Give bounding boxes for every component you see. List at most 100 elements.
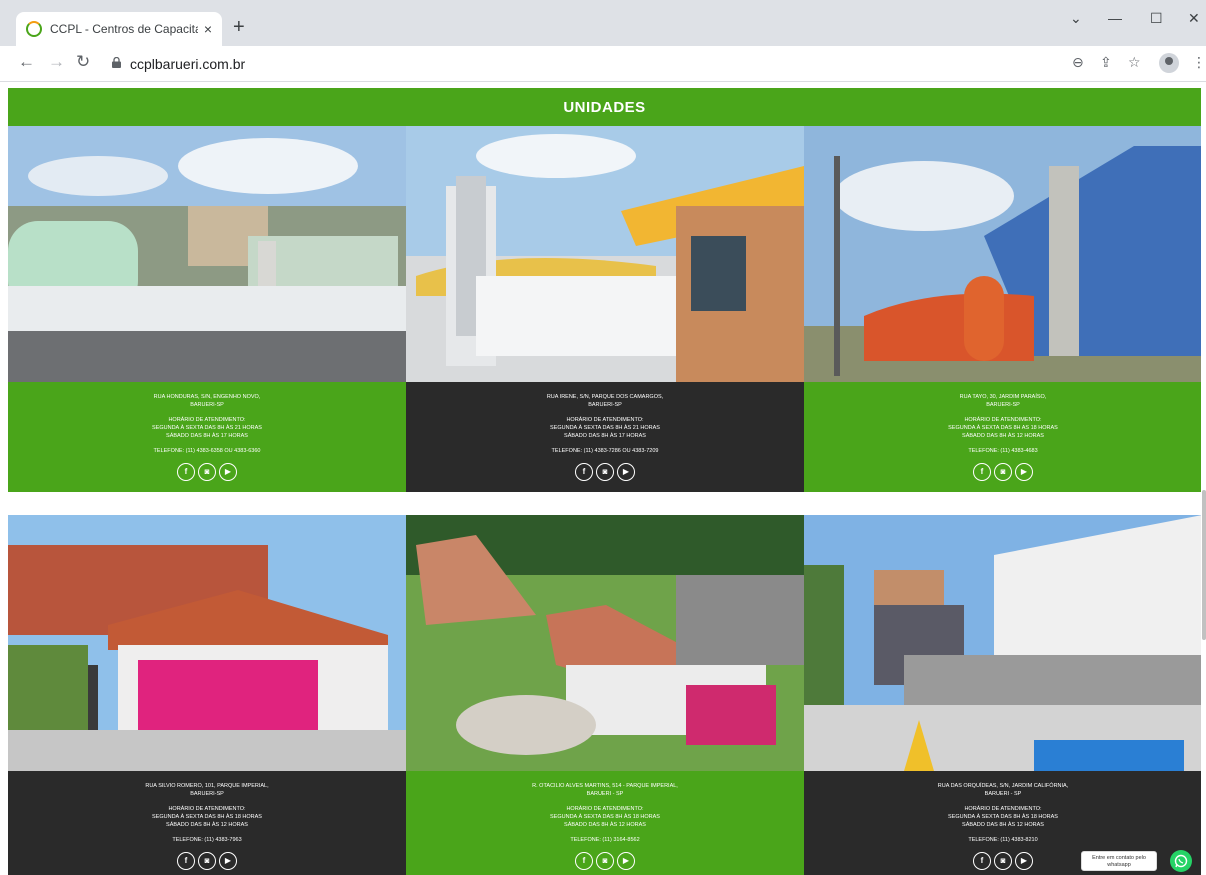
youtube-icon[interactable]: ▶ [617, 852, 635, 870]
whatsapp-label-line2: whatsapp [1107, 861, 1131, 868]
unit-weekdays: SEGUNDA À SEXTA DAS 8H ÀS 18 HORAS [550, 814, 660, 820]
unit-phone: TELEFONE: (11) 4383-6358 OU 4383-6360 [153, 448, 261, 454]
address-bar[interactable]: ccplbarueri.com.br [130, 56, 245, 72]
menu-dots-icon[interactable]: ⋮ [1192, 54, 1206, 71]
facebook-icon[interactable]: f [575, 852, 593, 870]
unit-hours-label: HORÁRIO DE ATENDIMENTO: [566, 417, 644, 423]
youtube-icon[interactable]: ▶ [219, 463, 237, 481]
unit-city: BARUERI-SP [190, 791, 224, 797]
unit-photo [406, 515, 804, 771]
unit-info: RUA IRENE, S/N, PARQUE DOS CAMARGOS, BAR… [406, 382, 804, 492]
unit-photo [8, 126, 406, 382]
instagram-icon[interactable]: ◙ [198, 852, 216, 870]
unit-hours-label: HORÁRIO DE ATENDIMENTO: [168, 417, 246, 423]
unit-info: RUA SILVIO ROMERO, 101, PARQUE IMPERIAL,… [8, 771, 406, 875]
social-links: f ◙ ▶ [406, 852, 804, 870]
unit-saturday: SÁBADO DAS 8H ÀS 12 HORAS [962, 822, 1044, 828]
instagram-icon[interactable]: ◙ [198, 463, 216, 481]
unit-hours-label: HORÁRIO DE ATENDIMENTO: [566, 806, 644, 812]
facebook-icon[interactable]: f [177, 852, 195, 870]
new-tab-button[interactable]: + [233, 16, 245, 39]
unit-hours-label: HORÁRIO DE ATENDIMENTO: [964, 417, 1042, 423]
unit-city: BARUERI-SP [190, 402, 224, 408]
unit-weekdays: SEGUNDA À SEXTA DAS 8H ÀS 21 HORAS [550, 425, 660, 431]
unit-weekdays: SEGUNDA À SEXTA DAS 8H ÀS 21 HORAS [152, 425, 262, 431]
maximize-button[interactable]: ☐ [1150, 10, 1163, 27]
instagram-icon[interactable]: ◙ [596, 852, 614, 870]
social-links: f ◙ ▶ [406, 463, 804, 481]
instagram-icon[interactable]: ◙ [596, 463, 614, 481]
unit-info: RUA HONDURAS, S/N, ENGENHO NOVO, BARUERI… [8, 382, 406, 492]
social-links: f ◙ ▶ [8, 463, 406, 481]
youtube-icon[interactable]: ▶ [1015, 852, 1033, 870]
unit-saturday: SÁBADO DAS 8H ÀS 17 HORAS [166, 433, 248, 439]
unit-address: RUA DAS ORQUÍDEAS, S/N, JARDIM CALIFÓRNI… [937, 783, 1069, 789]
unit-hours-label: HORÁRIO DE ATENDIMENTO: [168, 806, 246, 812]
unit-info: R. OTACILIO ALVES MARTINS, 514 - PARQUE … [406, 771, 804, 875]
whatsapp-label-line1: Entre em contato pelo [1092, 855, 1146, 861]
social-links: f ◙ ▶ [8, 852, 406, 870]
lock-icon [112, 57, 121, 68]
unit-photo [406, 126, 804, 382]
tab-search-chevron-icon[interactable]: ⌄ [1070, 10, 1082, 27]
facebook-icon[interactable]: f [973, 852, 991, 870]
unit-address: RUA IRENE, S/N, PARQUE DOS CAMARGOS, [546, 394, 664, 400]
unit-weekdays: SEGUNDA À SEXTA DAS 8H AS 18 HORAS [948, 425, 1058, 431]
unit-address: RUA SILVIO ROMERO, 101, PARQUE IMPERIAL, [145, 783, 269, 789]
unit-saturday: SÁBADO DAS 8H ÀS 12 HORAS [962, 433, 1044, 439]
unit-phone: TELEFONE: (11) 4383-8210 [968, 837, 1038, 843]
unit-photo [804, 126, 1201, 382]
instagram-icon[interactable]: ◙ [994, 852, 1012, 870]
section-title: UNIDADES [563, 98, 646, 116]
browser-tabstrip: CCPL - Centros de Capacitação P × + ⌄ — … [0, 0, 1206, 46]
unit-phone: TELEFONE: (11) 4383-7286 OU 4383-7209 [551, 448, 659, 454]
unit-saturday: SÁBADO DAS 8H ÀS 12 HORAS [564, 822, 646, 828]
unit-address: RUA HONDURAS, S/N, ENGENHO NOVO, [153, 394, 261, 400]
youtube-icon[interactable]: ▶ [1015, 463, 1033, 481]
reload-icon[interactable]: ↻ [76, 52, 90, 72]
unit-info: RUA TAYO, 30, JARDIM PARAÍSO, BARUERI-SP… [804, 382, 1201, 492]
unit-hours-label: HORÁRIO DE ATENDIMENTO: [964, 806, 1042, 812]
browser-toolbar: ← → ↻ ccplbarueri.com.br ⊖ ⇪ ☆ ⋮ [0, 46, 1206, 82]
profile-avatar-icon[interactable] [1159, 53, 1179, 73]
bookmark-star-icon[interactable]: ☆ [1128, 54, 1141, 71]
unit-photo [804, 515, 1201, 771]
page-content: UNIDADES RUA HONDURAS, S/N, ENGENHO NOVO… [8, 88, 1201, 875]
facebook-icon[interactable]: f [177, 463, 195, 481]
unit-phone: TELEFONE: (11) 4383-7963 [172, 837, 242, 843]
unit-city: BARUERI - SP [984, 791, 1022, 797]
unit-city: BARUERI-SP [986, 402, 1020, 408]
browser-tab[interactable]: CCPL - Centros de Capacitação P × [16, 12, 222, 46]
tab-close-icon[interactable]: × [204, 21, 212, 37]
youtube-icon[interactable]: ▶ [219, 852, 237, 870]
instagram-icon[interactable]: ◙ [994, 463, 1012, 481]
facebook-icon[interactable]: f [973, 463, 991, 481]
youtube-icon[interactable]: ▶ [617, 463, 635, 481]
unit-photo [8, 515, 406, 771]
units-section-header: UNIDADES [8, 88, 1201, 126]
unit-weekdays: SEGUNDA À SEXTA DAS 8H ÀS 18 HORAS [948, 814, 1058, 820]
unit-phone: TELEFONE: (11) 4383-4683 [968, 448, 1038, 454]
social-links: f ◙ ▶ [804, 463, 1201, 481]
minimize-button[interactable]: — [1108, 10, 1122, 26]
whatsapp-icon [1174, 854, 1188, 868]
close-window-button[interactable]: ✕ [1188, 10, 1200, 27]
share-icon[interactable]: ⇪ [1100, 54, 1112, 71]
scrollbar-thumb[interactable] [1202, 490, 1206, 640]
tab-title: CCPL - Centros de Capacitação P [50, 22, 198, 36]
back-arrow-icon[interactable]: ← [18, 52, 35, 72]
forward-arrow-icon[interactable]: → [48, 52, 65, 72]
unit-saturday: SÁBADO DAS 8H ÀS 17 HORAS [564, 433, 646, 439]
zoom-icon[interactable]: ⊖ [1072, 54, 1084, 71]
site-favicon-icon [26, 21, 42, 37]
unit-phone: TELEFONE: (11) 3164-8562 [570, 837, 640, 843]
unit-address: RUA TAYO, 30, JARDIM PARAÍSO, [959, 394, 1047, 400]
whatsapp-tooltip: Entre em contato pelo whatsapp [1081, 851, 1157, 871]
whatsapp-button[interactable] [1170, 850, 1192, 872]
unit-address: R. OTACILIO ALVES MARTINS, 514 - PARQUE … [532, 783, 678, 789]
unit-city: BARUERI-SP [588, 402, 622, 408]
unit-weekdays: SEGUNDA À SEXTA DAS 8H ÀS 18 HORAS [152, 814, 262, 820]
unit-saturday: SÁBADO DAS 8H ÀS 12 HORAS [166, 822, 248, 828]
facebook-icon[interactable]: f [575, 463, 593, 481]
unit-city: BARUERI - SP [586, 791, 624, 797]
